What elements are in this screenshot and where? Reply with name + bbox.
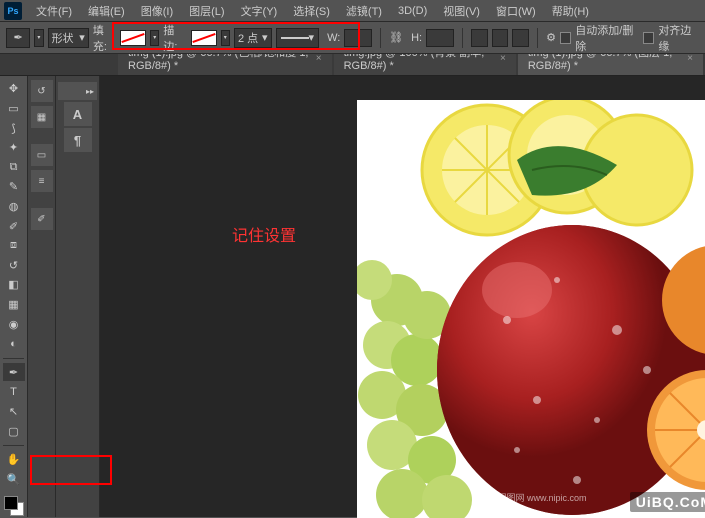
image-watermark-small: 昵图网 www.nipic.com <box>497 491 586 504</box>
stroke-width-value: 2 点 <box>238 30 258 46</box>
menu-select[interactable]: 选择(S) <box>285 3 338 19</box>
menu-type[interactable]: 文字(Y) <box>233 3 286 19</box>
gradient-tool[interactable]: ▦ <box>3 296 25 314</box>
panel-icon[interactable]: ▭ <box>31 144 53 166</box>
menu-filter[interactable]: 滤镜(T) <box>338 3 390 19</box>
menu-window[interactable]: 窗口(W) <box>488 3 544 19</box>
shape-tool[interactable]: ▢ <box>3 422 25 440</box>
menu-edit[interactable]: 编辑(E) <box>80 3 133 19</box>
collapsed-panels-1: ↺ ▦ ▭ ≡ ✐ <box>28 76 56 517</box>
site-watermark: UiBQ.CoM <box>630 492 705 512</box>
crop-tool[interactable]: ⧉ <box>3 158 25 176</box>
options-bar: ✒ ▾ 形状 ▾ 填充: ▾ 描边: ▾ 2 点 ▾ ▾ W: ⛓ H: ⚙ 自… <box>0 22 705 54</box>
eraser-tool[interactable]: ◧ <box>3 276 25 294</box>
tool-separator <box>3 358 24 359</box>
tool-preset-picker[interactable]: ✒ <box>6 28 30 48</box>
brush-tool[interactable]: ✐ <box>3 217 25 235</box>
fill-swatch[interactable] <box>120 30 146 46</box>
path-arrange-button[interactable] <box>512 29 529 47</box>
pen-icon: ✒ <box>13 31 22 44</box>
fill-label: 填充: <box>93 22 116 54</box>
collapsed-panels-2: ▸▸ A ¶ <box>56 76 100 517</box>
stroke-swatch[interactable] <box>191 30 217 46</box>
magic-wand-tool[interactable]: ✦ <box>3 139 25 157</box>
path-selection-tool[interactable]: ↖ <box>3 403 25 421</box>
marquee-tool[interactable]: ▭ <box>3 100 25 118</box>
separator <box>537 28 538 48</box>
tool-separator <box>3 445 24 446</box>
foreground-color-swatch[interactable] <box>4 496 18 510</box>
workspace: ✥ ▭ ⟆ ✦ ⧉ ✎ ◍ ✐ ⧈ ↺ ◧ ▦ ◉ ◐ ✒ T ↖ ▢ ✋ 🔍 … <box>0 76 705 517</box>
close-icon[interactable]: × <box>316 53 322 64</box>
menu-layer[interactable]: 图层(L) <box>181 3 232 19</box>
auto-add-label: 自动添加/删除 <box>575 22 639 54</box>
lasso-tool[interactable]: ⟆ <box>3 119 25 137</box>
tool-preset-dropdown[interactable]: ▾ <box>34 29 43 47</box>
height-input[interactable] <box>426 29 454 47</box>
stroke-style-select[interactable]: ▾ <box>276 28 320 48</box>
menu-bar: Ps 文件(F) 编辑(E) 图像(I) 图层(L) 文字(Y) 选择(S) 滤… <box>0 0 705 22</box>
properties-panel-icon[interactable]: ▦ <box>31 106 53 128</box>
healing-brush-tool[interactable]: ◍ <box>3 198 25 216</box>
hand-tool[interactable]: ✋ <box>3 451 25 469</box>
menu-help[interactable]: 帮助(H) <box>544 3 597 19</box>
panel-icon[interactable]: ≡ <box>31 170 53 192</box>
fill-dropdown[interactable]: ▾ <box>150 30 159 46</box>
paragraph-panel-icon[interactable]: ¶ <box>64 128 92 152</box>
close-icon[interactable]: × <box>687 53 693 64</box>
height-label: H: <box>411 32 422 44</box>
close-icon[interactable]: × <box>500 53 506 64</box>
separator <box>380 28 381 48</box>
chevron-down-icon: ▾ <box>262 31 268 44</box>
clone-stamp-tool[interactable]: ⧈ <box>3 237 25 255</box>
tools-panel: ✥ ▭ ⟆ ✦ ⧉ ✎ ◍ ✐ ⧈ ↺ ◧ ▦ ◉ ◐ ✒ T ↖ ▢ ✋ 🔍 <box>0 76 28 517</box>
blur-tool[interactable]: ◉ <box>3 315 25 333</box>
stroke-label: 描边: <box>163 22 186 54</box>
separator <box>462 28 463 48</box>
path-operations-button[interactable] <box>471 29 488 47</box>
dodge-tool[interactable]: ◐ <box>3 335 25 353</box>
history-brush-tool[interactable]: ↺ <box>3 256 25 274</box>
align-edges-checkbox[interactable] <box>643 32 654 44</box>
menu-view[interactable]: 视图(V) <box>435 3 488 19</box>
type-tool[interactable]: T <box>3 383 25 401</box>
chevron-down-icon: ▾ <box>309 31 315 44</box>
pen-tool[interactable]: ✒ <box>3 363 25 381</box>
panel-collapse-button[interactable]: ▸▸ <box>58 82 97 100</box>
canvas-image <box>357 100 705 518</box>
stroke-dropdown[interactable]: ▾ <box>221 30 230 46</box>
brush-panel-icon[interactable]: ✐ <box>31 208 53 230</box>
document-canvas[interactable]: 昵图网 www.nipic.com UiBQ.CoM <box>357 100 705 518</box>
canvas-area: 记住设置 <box>100 76 705 517</box>
link-icon[interactable]: ⛓ <box>389 31 403 44</box>
gear-icon[interactable]: ⚙ <box>546 31 556 44</box>
zoom-tool[interactable]: 🔍 <box>3 470 25 488</box>
annotation-text: 记住设置 <box>232 222 296 246</box>
stroke-width-input[interactable]: 2 点 ▾ <box>234 28 272 48</box>
chevron-down-icon: ▾ <box>79 31 85 44</box>
width-input[interactable] <box>344 29 372 47</box>
character-panel-icon[interactable]: A <box>64 102 92 126</box>
tool-mode-label: 形状 <box>52 30 74 46</box>
ps-logo: Ps <box>4 2 22 20</box>
auto-add-delete-checkbox[interactable] <box>560 32 571 44</box>
tool-mode-select[interactable]: 形状 ▾ <box>48 28 89 48</box>
align-edges-label: 对齐边缘 <box>658 22 699 54</box>
color-swatches <box>0 496 27 517</box>
width-label: W: <box>327 32 340 44</box>
eyedropper-tool[interactable]: ✎ <box>3 178 25 196</box>
menu-image[interactable]: 图像(I) <box>133 3 181 19</box>
stroke-line-icon <box>281 37 309 39</box>
menu-3d[interactable]: 3D(D) <box>390 5 435 17</box>
document-tab-bar: timg (1).jpg @ 66.7% (色相/饱和度 1, RGB/8#) … <box>0 54 705 76</box>
move-tool[interactable]: ✥ <box>3 80 25 98</box>
menu-file[interactable]: 文件(F) <box>28 3 80 19</box>
path-align-button[interactable] <box>492 29 509 47</box>
history-panel-icon[interactable]: ↺ <box>31 80 53 102</box>
